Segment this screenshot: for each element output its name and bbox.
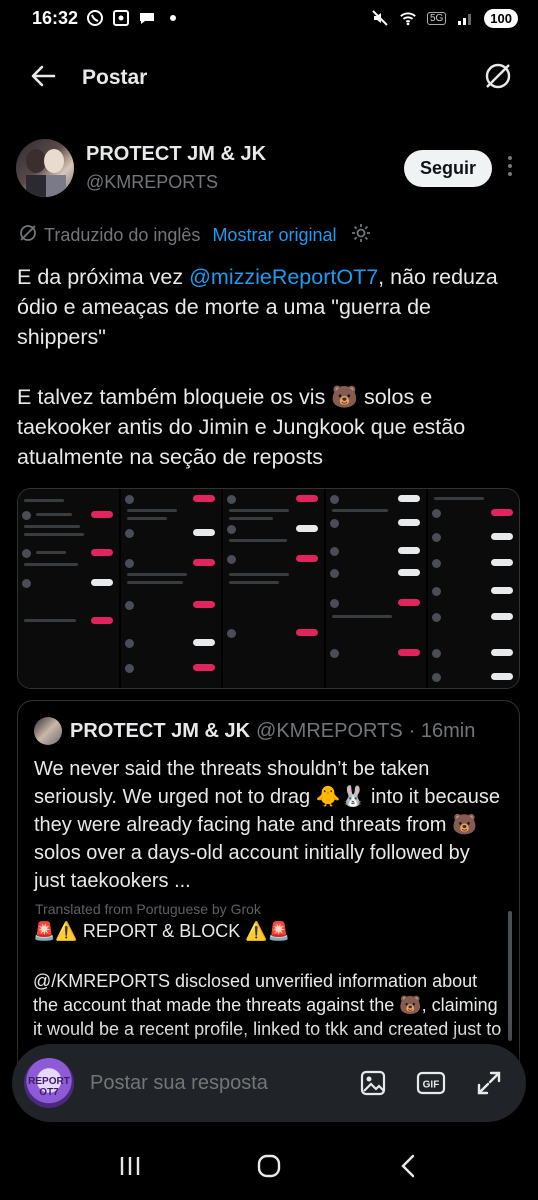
expand-icon[interactable] [474,1068,504,1098]
status-time: 16:32 [32,7,79,28]
grok-small-icon [18,223,38,248]
status-bar: 16:32 5G 100 [0,0,538,36]
recent-apps-icon [118,1155,142,1182]
home-icon [256,1153,282,1184]
author-name[interactable]: PROTECT JM & JK [86,143,266,166]
quoted-author-handle: @KMREPORTS [256,719,403,742]
nested-title: 🚨⚠️ REPORT & BLOCK ⚠️🚨 [33,921,291,941]
more-options-button[interactable] [498,148,522,188]
network-type: 5G [426,11,447,25]
media-image[interactable] [325,489,427,688]
quoted-time: · 16min [408,719,476,742]
page-title: Postar [82,66,148,89]
post-header: Postar [0,48,538,108]
gif-icon[interactable]: GIF [416,1068,446,1098]
back-button[interactable] [20,54,68,102]
grok-button[interactable] [478,58,518,98]
more-vertical-icon [507,155,513,182]
chevron-left-icon [399,1154,417,1183]
chat-icon [138,9,156,27]
nested-body: @/KMREPORTS disclosed unverified informa… [33,971,502,1039]
media-image[interactable] [428,489,519,688]
follow-button[interactable]: Seguir [403,149,492,187]
reply-composer: REPORT OT7 GIF [12,1044,526,1122]
tweet-text-part1: E da próxima vez [17,265,190,289]
tweet-text: E da próxima vez @mizzieReportOT7, não r… [17,262,523,472]
user-avatar-text: REPORT OT7 [28,1076,70,1098]
author-handle[interactable]: @KMREPORTS [86,172,266,193]
system-nav-bar [0,1136,538,1200]
scrollbar[interactable] [508,911,512,1041]
svg-text:GIF: GIF [423,1080,440,1091]
system-back-button[interactable] [378,1143,438,1193]
media-image[interactable] [223,489,324,688]
mute-icon [371,9,389,27]
nested-translation-label: Translated from Portuguese by Grok [35,901,261,917]
screenshot-icon [112,9,130,27]
show-original-link[interactable]: Mostrar original [212,225,336,246]
media-image[interactable] [18,489,119,688]
arrow-left-icon [30,64,56,93]
user-avatar[interactable]: REPORT OT7 [24,1058,74,1108]
quoted-text: We never said the threats shouldn’t be t… [34,758,500,892]
author-row: PROTECT JM & JK @KMREPORTS Seguir [16,138,522,198]
gear-icon[interactable] [350,222,372,249]
grok-icon [482,60,514,97]
quoted-avatar [34,717,62,745]
notification-dot-icon [164,9,182,27]
translation-row: Traduzido do inglês Mostrar original [18,222,372,249]
translation-label: Traduzido do inglês [44,225,201,245]
signal-icon [456,9,474,27]
media-grid[interactable] [17,488,520,689]
image-icon[interactable] [358,1068,388,1098]
wifi-icon [399,9,417,27]
battery-indicator: 100 [484,8,518,28]
tweet-text-part2: , não reduza ódio e ameaças de morte a u… [17,265,498,469]
avatar[interactable] [16,139,74,197]
recent-apps-button[interactable] [100,1143,160,1193]
mention-link[interactable]: @mizzieReportOT7 [189,265,378,289]
reply-input[interactable] [90,1071,320,1095]
home-button[interactable] [239,1143,299,1193]
media-image[interactable] [120,489,222,688]
quoted-author-name: PROTECT JM & JK [70,719,251,742]
whatsapp-icon [86,9,104,27]
